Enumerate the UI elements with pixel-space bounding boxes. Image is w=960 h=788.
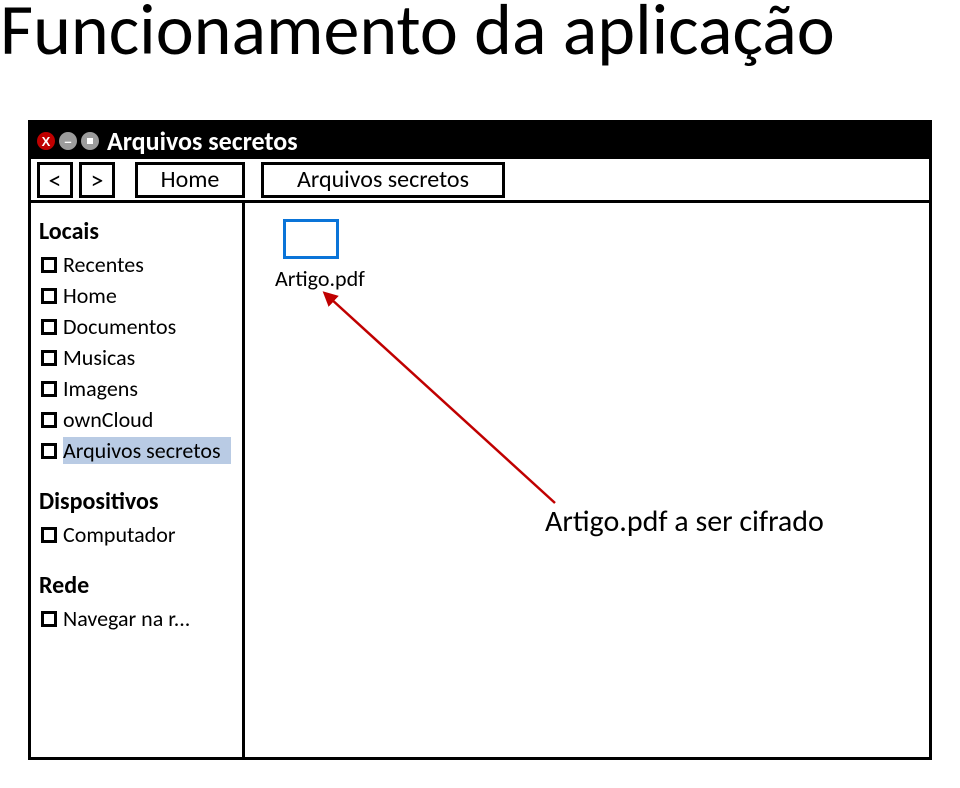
checkbox-icon bbox=[41, 527, 57, 543]
sidebar-header: Locais bbox=[39, 217, 242, 246]
sidebar-section-dispositivos: Dispositivos Computador bbox=[39, 487, 242, 549]
sidebar-item-label: Home bbox=[63, 282, 117, 309]
checkbox-icon bbox=[41, 319, 57, 335]
sidebar-header: Rede bbox=[39, 571, 242, 600]
sidebar-section-rede: Rede Navegar na r... bbox=[39, 571, 242, 633]
file-item-artigo[interactable]: Artigo.pdf bbox=[275, 219, 395, 292]
file-name: Artigo.pdf bbox=[275, 265, 395, 292]
breadcrumb-root[interactable]: Home bbox=[135, 162, 245, 198]
sidebar-item-documentos[interactable]: Documentos bbox=[39, 312, 239, 341]
file-icon bbox=[283, 219, 339, 259]
forward-button[interactable]: > bbox=[79, 162, 115, 198]
checkbox-icon bbox=[41, 288, 57, 304]
content-area: Artigo.pdf Artigo.pdf a ser cifrado bbox=[245, 203, 929, 757]
sidebar-section-locais: Locais Recentes Home Documentos bbox=[39, 217, 242, 465]
annotation-label: Artigo.pdf a ser cifrado bbox=[545, 503, 824, 540]
checkbox-icon bbox=[41, 350, 57, 366]
sidebar-item-recentes[interactable]: Recentes bbox=[39, 250, 239, 279]
maximize-icon[interactable] bbox=[81, 132, 99, 150]
sidebar-item-label: ownCloud bbox=[63, 406, 153, 433]
toolbar: < > Home Arquivos secretos bbox=[31, 159, 929, 203]
window-title: Arquivos secretos bbox=[107, 125, 298, 157]
title-bar: X – Arquivos secretos bbox=[31, 123, 929, 159]
sidebar-item-home[interactable]: Home bbox=[39, 281, 239, 310]
close-icon[interactable]: X bbox=[37, 132, 55, 150]
sidebar-item-owncloud[interactable]: ownCloud bbox=[39, 405, 239, 434]
sidebar-item-computador[interactable]: Computador bbox=[39, 520, 239, 549]
checkbox-icon bbox=[41, 412, 57, 428]
sidebar-header: Dispositivos bbox=[39, 487, 242, 516]
sidebar-item-label: Musicas bbox=[63, 344, 135, 371]
back-button[interactable]: < bbox=[37, 162, 73, 198]
breadcrumb-current[interactable]: Arquivos secretos bbox=[261, 162, 505, 198]
checkbox-icon bbox=[41, 443, 57, 459]
file-manager-window: X – Arquivos secretos < > Home Arquivos … bbox=[28, 120, 932, 760]
sidebar-item-label: Computador bbox=[63, 521, 176, 548]
checkbox-icon bbox=[41, 611, 57, 627]
window-controls: X – bbox=[37, 132, 99, 150]
window-body: Locais Recentes Home Documentos bbox=[31, 203, 929, 757]
checkbox-icon bbox=[41, 381, 57, 397]
sidebar-item-label: Arquivos secretos bbox=[63, 437, 231, 464]
sidebar-item-imagens[interactable]: Imagens bbox=[39, 374, 239, 403]
sidebar: Locais Recentes Home Documentos bbox=[31, 203, 245, 757]
sidebar-item-label: Imagens bbox=[63, 375, 138, 402]
sidebar-item-musicas[interactable]: Musicas bbox=[39, 343, 239, 372]
checkbox-icon bbox=[41, 257, 57, 273]
sidebar-item-navegar-rede[interactable]: Navegar na r... bbox=[39, 604, 239, 633]
sidebar-item-label: Documentos bbox=[63, 313, 176, 340]
sidebar-item-label: Navegar na r... bbox=[63, 605, 190, 632]
page-title: Funcionamento da aplicação bbox=[0, 0, 835, 66]
sidebar-item-label: Recentes bbox=[63, 251, 144, 278]
sidebar-item-arquivos-secretos[interactable]: Arquivos secretos bbox=[39, 436, 239, 465]
minimize-icon[interactable]: – bbox=[59, 132, 77, 150]
